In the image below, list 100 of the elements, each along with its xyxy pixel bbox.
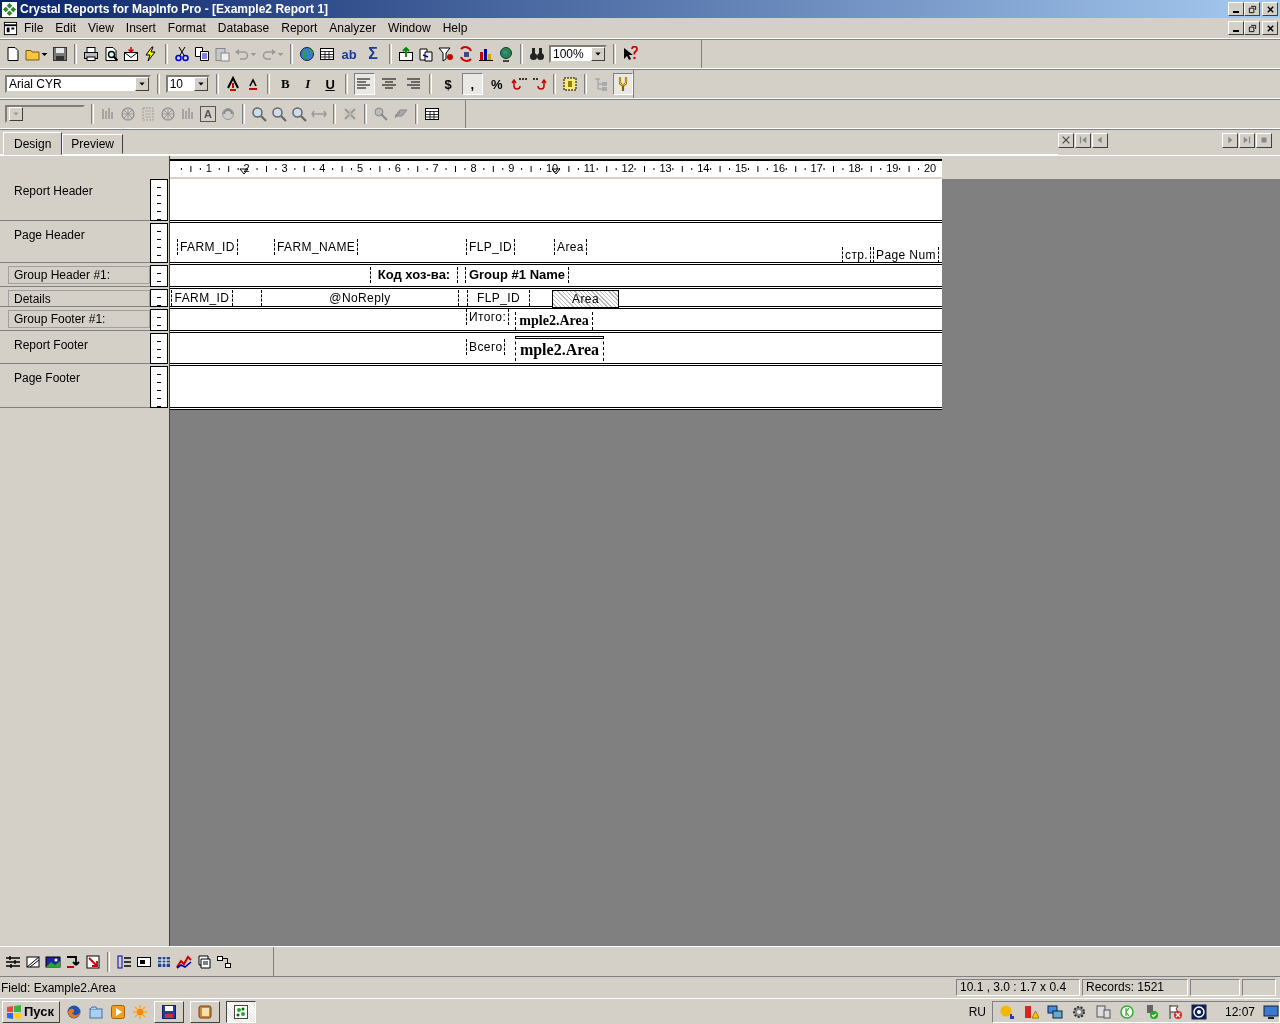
bold-button[interactable]: B [276,74,295,94]
report-field[interactable]: Всего [466,339,506,355]
thousands-button[interactable]: , [462,73,483,95]
line-chart-icon[interactable] [176,953,192,970]
grid-icon[interactable] [424,106,440,122]
report-field[interactable]: Area [552,290,619,308]
lines-icon[interactable] [5,953,21,970]
minimize-button[interactable] [1228,21,1244,35]
italic-button[interactable]: I [298,74,317,94]
minimize-button[interactable] [1228,2,1244,16]
text-object-button[interactable]: A [200,106,216,122]
report-field[interactable]: Group #1 Name [465,267,569,283]
font-size-combo[interactable]: 10 [165,75,211,93]
document-icon[interactable] [3,20,18,36]
report-field[interactable]: Page Num [873,247,939,263]
restore-button[interactable] [1244,21,1260,35]
bar-chart-icon[interactable] [478,46,494,62]
magnifier-icon[interactable] [291,106,307,122]
previous-page-button[interactable] [1092,132,1108,148]
report-field[interactable]: mple2.Area [515,312,593,330]
taskbar-button[interactable] [226,1000,256,1023]
language-indicator[interactable]: RU [968,1004,986,1019]
section-label[interactable]: Group Header #1: [8,266,150,284]
section-label[interactable]: Details [8,290,150,306]
circular-arrows-icon[interactable] [458,46,474,62]
box-line-icon[interactable] [25,953,41,970]
menu-item[interactable]: Report [275,21,324,35]
documents-icon[interactable] [196,953,212,970]
magnifier-icon[interactable] [251,106,267,122]
menu-item[interactable]: Analyzer [323,21,382,35]
report-field[interactable]: FLP_ID [467,290,530,306]
binoculars-icon[interactable] [529,46,545,62]
clipboard-icon[interactable] [214,46,230,62]
decimal-add-icon[interactable] [510,76,527,92]
screens-icon[interactable] [1046,1003,1063,1020]
help-icon[interactable] [622,46,638,62]
circle-icon[interactable] [1118,1003,1135,1020]
menu-item[interactable]: Window [381,21,437,35]
page-icon[interactable] [5,46,21,62]
table-icon[interactable] [319,46,335,62]
scissors-icon[interactable] [174,46,190,62]
currency-button[interactable]: $ [437,73,459,95]
close-button[interactable] [1262,2,1278,16]
close-button[interactable] [1058,132,1074,148]
report-field[interactable]: FARM_ID [171,290,233,306]
font-up-icon[interactable] [225,76,242,92]
zoom-combo[interactable]: 100% [549,45,607,63]
picture-icon[interactable] [45,953,61,970]
percent-button[interactable]: % [486,73,507,95]
report-field[interactable]: mple2.Area [515,336,604,361]
report-field[interactable]: @NoReply [261,290,459,306]
magnifier-icon[interactable] [271,106,287,122]
tab[interactable]: Preview [62,134,124,154]
start-button[interactable]: Пуск [2,1000,60,1023]
menu-item[interactable]: Help [436,21,474,35]
insert-icon[interactable] [398,46,414,62]
report-field[interactable]: Код хоз-ва: [370,267,458,283]
frame-icon[interactable] [561,76,578,92]
report-field[interactable]: Area [554,239,587,255]
earth-icon[interactable] [498,46,514,62]
play-icon[interactable] [110,1003,126,1020]
align-left-button[interactable] [354,73,375,95]
summary-button[interactable]: Σ [363,44,383,64]
report-field[interactable]: FARM_ID [177,239,238,255]
menu-item[interactable]: View [82,21,120,35]
menu-item[interactable]: Database [211,21,276,35]
section-label[interactable]: Report Header [3,183,147,199]
font-combo[interactable]: Arial CYR [5,75,151,93]
list-icon[interactable] [116,953,132,970]
globe-icon[interactable] [299,46,315,62]
envelope-icon[interactable] [123,46,139,62]
menu-item[interactable]: Format [161,21,212,35]
report-field[interactable]: FLP_ID [466,239,516,255]
box-arrow-icon[interactable] [85,953,101,970]
fox-icon[interactable] [66,1003,82,1020]
monitor-icon[interactable] [1263,1003,1279,1020]
lightning-icon[interactable] [143,46,159,62]
page-magnifier-icon[interactable] [103,46,119,62]
arrow-icon[interactable] [65,953,81,970]
menu-item[interactable]: Edit [49,21,83,35]
section-label[interactable]: Page Footer [3,370,147,386]
report-field[interactable]: стр. [842,247,872,263]
last-page-button[interactable] [1239,132,1255,148]
nodes-icon[interactable] [216,953,232,970]
tab[interactable]: Design [3,132,63,155]
restore-button[interactable] [1244,2,1260,16]
section-label[interactable]: Page Header [3,227,147,243]
stop-button[interactable] [1256,132,1272,148]
flag-icon[interactable] [1166,1003,1183,1020]
report-field[interactable]: FARM_NAME [274,239,359,255]
close-button[interactable] [1262,21,1278,35]
menu-item[interactable]: Insert [119,21,162,35]
underline-button[interactable]: U [320,74,340,94]
radar-icon[interactable] [1190,1003,1207,1020]
report-field[interactable]: Итого: [466,309,510,325]
printer-icon[interactable] [83,46,99,62]
network-icon[interactable] [1094,1003,1111,1020]
decimal-remove-icon[interactable] [530,76,547,92]
next-page-button[interactable] [1222,132,1238,148]
funnel-icon[interactable] [438,46,454,62]
